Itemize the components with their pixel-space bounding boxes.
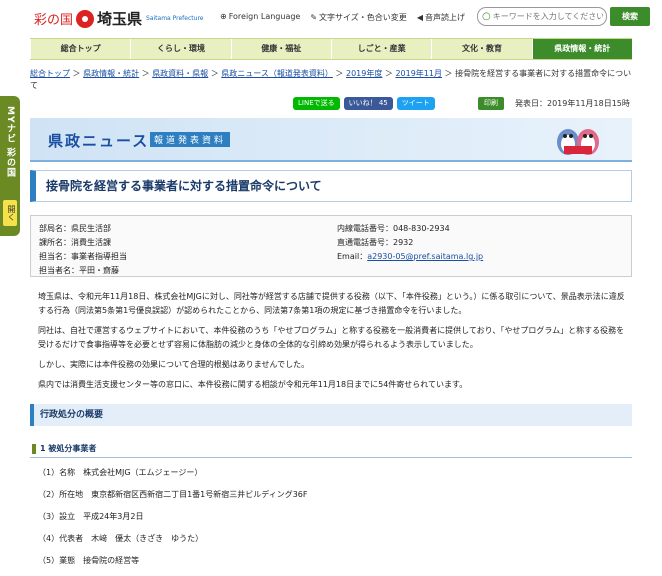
mascot-illustration-icon — [557, 129, 599, 155]
foreign-language-link[interactable]: ⊕ Foreign Language — [220, 12, 300, 23]
facebook-like-button[interactable]: いいね！ 45 — [343, 97, 393, 110]
list-item: （5）業態 接骨院の経営等 — [38, 556, 140, 565]
breadcrumb-link[interactable]: 県政資料・県報 — [152, 69, 208, 78]
contact-left: 部局名：県民生活部 課所名：消費生活課 担当名：事業者指導担当 担当者名：平田・… — [39, 222, 127, 278]
body-paragraph: 県内では消費生活支援センター等の窓口に、本件役務に関する相談が令和元年11月18… — [38, 380, 468, 389]
banner-title: 県政ニュース — [48, 132, 150, 150]
breadcrumb-link[interactable]: 2019年11月 — [395, 69, 442, 78]
logo-pref-text: 埼玉県 — [97, 10, 143, 28]
nav-item-health[interactable]: 健康・福祉 — [230, 39, 331, 59]
publish-date: 発表日：2019年11月18日15時 — [515, 99, 630, 108]
breadcrumb-link[interactable]: 県政情報・統計 — [83, 69, 139, 78]
breadcrumb-link[interactable]: 2019年度 — [346, 69, 382, 78]
search-button[interactable]: 検索 — [610, 7, 650, 26]
email-link[interactable]: a2930-05@pref.saitama.lg.jp — [367, 252, 483, 261]
nav-item-government[interactable]: 県政情報・統計 — [531, 39, 632, 59]
site-logo[interactable]: 彩の国 埼玉県 Saitama Prefecture — [34, 8, 203, 29]
subsection-heading: 1 被処分事業者 — [30, 440, 632, 458]
nav-item-culture[interactable]: 文化・教育 — [431, 39, 531, 59]
prefecture-emblem-icon — [76, 9, 95, 28]
banner-tag: 報道発表資料 — [150, 132, 231, 147]
side-tab-label: MYナビ 彩の国 — [5, 106, 15, 178]
article-title: 接骨院を経営する事業者に対する措置命令について — [46, 179, 322, 193]
line-share-button[interactable]: LINEで送る — [293, 97, 340, 110]
site-header: 彩の国 埼玉県 Saitama Prefecture ⊕ Foreign Lang… — [30, 0, 662, 36]
section-heading: 行政処分の概要 — [30, 404, 632, 426]
text-size-icon: ✎ — [310, 13, 318, 22]
contact-info: 部局名：県民生活部 課所名：消費生活課 担当名：事業者指導担当 担当者名：平田・… — [30, 215, 632, 277]
news-banner: 県政ニュース 報道発表資料 — [30, 118, 632, 162]
read-aloud-link[interactable]: ◀ 音声読上げ — [417, 12, 465, 23]
breadcrumb-link[interactable]: 総合トップ — [30, 69, 70, 78]
department: 部局名：県民生活部 — [39, 224, 111, 233]
breadcrumb: 総合トップ ＞ 県政情報・統計 ＞ 県政資料・県報 ＞ 県政ニュース（報道発表資… — [30, 69, 632, 90]
print-button[interactable]: 印刷 — [478, 97, 504, 110]
nav-item-work[interactable]: しごと・産業 — [330, 39, 431, 59]
extension-number: 内線電話番号：048-830-2934 — [337, 224, 450, 233]
search-input[interactable] — [492, 12, 603, 21]
share-buttons: LINEで送る いいね！ 45 ツイート — [293, 97, 435, 110]
body-paragraph: しかし、実際には本件役務の効果について合理的根拠はありませんでした。 — [38, 360, 310, 369]
list-item: （3）設立 平成24年3月2日 — [38, 512, 144, 521]
section: 担当名：事業者指導担当 — [39, 252, 127, 261]
search-icon: ○ — [482, 11, 491, 22]
list-item: （4）代表者 木﨑 優太（きざき ゆうた） — [38, 534, 204, 543]
contact-right: 内線電話番号：048-830-2934 直通電話番号：2932 Email：a2… — [337, 222, 483, 264]
body-paragraph: 同社は、自社で運営するウェブサイトにおいて、本件役務のうち「やせプログラム」と称… — [38, 326, 625, 349]
globe-icon: ⊕ — [220, 12, 227, 21]
header-utility-links: ⊕ Foreign Language ✎ 文字サイズ・色合い変更 ◀ 音声読上げ — [220, 12, 465, 23]
list-item: （1）名称 株式会社MJG（エムジェージー） — [38, 468, 203, 477]
division: 課所名：消費生活課 — [39, 238, 111, 247]
speaker-icon: ◀ — [416, 13, 423, 22]
article-title-box: 接骨院を経営する事業者に対する措置命令について — [30, 170, 632, 202]
my-navi-side-tab[interactable]: MYナビ 彩の国 開く — [0, 96, 20, 236]
breadcrumb-link[interactable]: 県政ニュース（報道発表資料） — [221, 69, 333, 78]
logo-sai-text: 彩の国 — [34, 13, 74, 28]
nav-item-top[interactable]: 総合トップ — [30, 39, 130, 59]
tweet-button[interactable]: ツイート — [396, 97, 435, 110]
staff: 担当者名：平田・齋藤 — [39, 266, 119, 275]
business-details-list: （1）名称 株式会社MJG（エムジェージー） （2）所在地 東京都新宿区西新宿二… — [38, 466, 632, 576]
global-navigation: 総合トップ くらし・環境 健康・福祉 しごと・産業 文化・教育 県政情報・統計 — [30, 38, 632, 60]
direct-number: 直通電話番号：2932 — [337, 238, 414, 247]
text-size-color-link[interactable]: ✎ 文字サイズ・色合い変更 — [310, 12, 406, 23]
logo-english-text: Saitama Prefecture — [146, 15, 204, 22]
search-box: ○ — [477, 7, 607, 26]
article-body: 埼玉県は、令和元年11月18日、株式会社MJGに対し、同社等が経営する店舗で提供… — [38, 290, 632, 398]
body-paragraph: 埼玉県は、令和元年11月18日、株式会社MJGに対し、同社等が経営する店舗で提供… — [38, 292, 625, 315]
side-tab-open-button[interactable]: 開く — [3, 200, 17, 226]
list-item: （2）所在地 東京都新宿区西新宿二丁目1番1号新宿三井ビルディング36F — [38, 490, 308, 499]
email-row: Email：a2930-05@pref.saitama.lg.jp — [337, 252, 484, 261]
nav-item-living[interactable]: くらし・環境 — [130, 39, 230, 59]
